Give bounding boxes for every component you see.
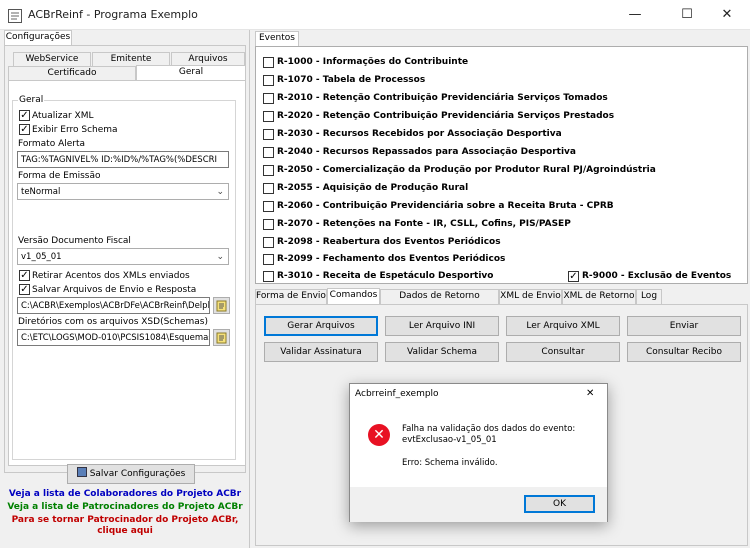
save-config-label: Salvar Configurações bbox=[89, 469, 186, 479]
tab-geral[interactable]: Geral bbox=[136, 65, 246, 81]
event-label: R-2040 - Recursos Repassados para Associ… bbox=[277, 147, 576, 157]
title-bar: ACBrReinf - Programa Exemplo — ☐ ✕ bbox=[0, 0, 750, 30]
exibir-erro-label: Exibir Erro Schema bbox=[32, 125, 118, 135]
event-checkbox[interactable] bbox=[263, 219, 274, 230]
forma-emissao-value: teNormal bbox=[21, 187, 61, 197]
event-label: R-2020 - Retenção Contribuição Previdenc… bbox=[277, 111, 615, 121]
event-checkbox[interactable] bbox=[263, 183, 274, 194]
save-config-button[interactable]: Salvar Configurações bbox=[67, 464, 195, 484]
atualizar-xml-label: Atualizar XML bbox=[32, 111, 94, 121]
forma-emissao-label: Forma de Emissão bbox=[18, 171, 101, 181]
event-checkbox[interactable] bbox=[263, 254, 274, 265]
group-title: Geral bbox=[18, 95, 45, 105]
event-label: R-2098 - Reabertura dos Eventos Periódic… bbox=[277, 237, 501, 247]
command-button[interactable]: Ler Arquivo INI bbox=[385, 316, 499, 336]
schemas-label: Diretórios com os arquivos XSD(Schemas) bbox=[18, 317, 208, 327]
command-button[interactable]: Validar Assinatura bbox=[264, 342, 378, 362]
event-label: R-2010 - Retenção Contribuição Previdenc… bbox=[277, 93, 608, 103]
tab-bottom[interactable]: Log bbox=[636, 289, 662, 304]
command-button[interactable]: Enviar bbox=[627, 316, 741, 336]
event-checkbox[interactable] bbox=[263, 75, 274, 86]
event-checkbox[interactable] bbox=[263, 129, 274, 140]
atualizar-xml-checkbox[interactable]: ✓ bbox=[19, 110, 30, 121]
retirar-acentos-label: Retirar Acentos dos XMLs enviados bbox=[32, 271, 190, 281]
event-checkbox[interactable] bbox=[263, 57, 274, 68]
event-checkbox[interactable] bbox=[263, 165, 274, 176]
command-button[interactable]: Validar Schema bbox=[385, 342, 499, 362]
dialog-message-3: Erro: Schema inválido. bbox=[402, 458, 498, 468]
tab-certificado[interactable]: Certificado bbox=[8, 66, 136, 81]
event-label: R-1070 - Tabela de Processos bbox=[277, 75, 426, 85]
dialog-title: Acbrreinf_exemplo bbox=[355, 389, 439, 399]
tab-emitente[interactable]: Emitente bbox=[92, 52, 170, 66]
chevron-down-icon: ⌄ bbox=[216, 187, 224, 197]
event-label: R-1000 - Informações do Contribuinte bbox=[277, 57, 469, 67]
tab-eventos[interactable]: Eventos bbox=[255, 31, 299, 47]
retirar-acentos-checkbox[interactable]: ✓ bbox=[19, 270, 30, 281]
command-button[interactable]: Consultar Recibo bbox=[627, 342, 741, 362]
close-button[interactable]: ✕ bbox=[704, 0, 750, 30]
tab-webservice[interactable]: WebService bbox=[13, 52, 91, 66]
link-sponsor-line2[interactable]: clique aqui bbox=[0, 526, 250, 536]
link-colaboradores[interactable]: Veja a lista de Colaboradores do Projeto… bbox=[0, 489, 250, 499]
formato-alerta-label: Formato Alerta bbox=[18, 139, 86, 149]
ok-button[interactable]: OK bbox=[524, 495, 595, 513]
versao-label: Versão Documento Fiscal bbox=[18, 236, 131, 246]
event-checkbox[interactable] bbox=[263, 271, 274, 282]
folder-browse-button-2[interactable] bbox=[213, 329, 230, 346]
salvar-arquivos-checkbox[interactable]: ✓ bbox=[19, 284, 30, 295]
exibir-erro-checkbox[interactable]: ✓ bbox=[19, 124, 30, 135]
dialog-message-2: evtExclusao-v1_05_01 bbox=[402, 435, 497, 445]
window-title: ACBrReinf - Programa Exemplo bbox=[28, 8, 198, 21]
event-label: R-2070 - Retenções na Fonte - IR, CSLL, … bbox=[277, 219, 571, 229]
formato-alerta-input[interactable]: TAG:%TAGNIVEL% ID:%ID%/%TAG%(%DESCRI bbox=[17, 151, 229, 168]
schemas-input[interactable]: C:\ETC\LOGS\MOD-010\PCSIS1084\Esquemas bbox=[17, 329, 210, 346]
folder-browse-button[interactable] bbox=[213, 297, 230, 314]
tab-configuracoes[interactable]: Configurações bbox=[4, 30, 72, 46]
event-label: R-2099 - Fechamento dos Eventos Periódic… bbox=[277, 254, 506, 264]
command-button[interactable]: Consultar bbox=[506, 342, 620, 362]
error-dialog: Acbrreinf_exemplo ✕ ✕ Falha na validação… bbox=[349, 383, 608, 522]
tab-bottom[interactable]: Forma de Envio bbox=[255, 289, 327, 304]
event-checkbox[interactable] bbox=[263, 111, 274, 122]
event-label: R-9000 - Exclusão de Eventos bbox=[582, 271, 732, 281]
save-icon bbox=[76, 467, 87, 477]
versao-value: v1_05_01 bbox=[21, 252, 62, 262]
tab-arquivos[interactable]: Arquivos bbox=[171, 52, 245, 66]
event-label: R-2055 - Aquisição de Produção Rural bbox=[277, 183, 469, 193]
forma-emissao-select[interactable]: teNormal ⌄ bbox=[17, 183, 229, 200]
tab-bottom[interactable]: Comandos bbox=[327, 288, 380, 305]
command-button[interactable]: Ler Arquivo XML bbox=[506, 316, 620, 336]
config-panel: Configurações WebService Emitente Arquiv… bbox=[0, 30, 250, 548]
tab-bottom[interactable]: XML de Envio bbox=[499, 289, 562, 304]
path-input[interactable]: C:\ACBR\Exemplos\ACBrDFe\ACBrReinf\Delph bbox=[17, 297, 210, 314]
event-checkbox[interactable] bbox=[263, 201, 274, 212]
event-label: R-3010 - Receita de Espetáculo Desportiv… bbox=[277, 271, 494, 281]
event-checkbox[interactable] bbox=[263, 93, 274, 104]
dialog-message-1: Falha na validação dos dados do evento: bbox=[402, 424, 576, 434]
app-icon bbox=[8, 9, 22, 23]
tab-bottom[interactable]: Dados de Retorno Eventos bbox=[380, 289, 499, 314]
link-sponsor-line1[interactable]: Para se tornar Patrocinador do Projeto A… bbox=[0, 515, 250, 525]
error-icon: ✕ bbox=[368, 424, 390, 446]
chevron-down-icon: ⌄ bbox=[216, 252, 224, 262]
event-label: R-2050 - Comercialização da Produção por… bbox=[277, 165, 656, 175]
salvar-arquivos-label: Salvar Arquivos de Envio e Resposta bbox=[32, 285, 197, 295]
event-label: R-2030 - Recursos Recebidos por Associaç… bbox=[277, 129, 562, 139]
event-checkbox[interactable] bbox=[263, 147, 274, 158]
event-checkbox[interactable] bbox=[263, 237, 274, 248]
dialog-close-button[interactable]: ✕ bbox=[586, 388, 594, 399]
event-checkbox[interactable]: ✓ bbox=[568, 271, 579, 282]
link-patrocinadores[interactable]: Veja a lista de Patrocinadores do Projet… bbox=[0, 502, 250, 512]
command-button[interactable]: Gerar Arquivos bbox=[264, 316, 378, 336]
event-label: R-2060 - Contribuição Previdenciária sob… bbox=[277, 201, 614, 211]
minimize-button[interactable]: — bbox=[612, 0, 658, 30]
tab-bottom[interactable]: XML de Retorno bbox=[562, 289, 636, 304]
versao-select[interactable]: v1_05_01 ⌄ bbox=[17, 248, 229, 265]
